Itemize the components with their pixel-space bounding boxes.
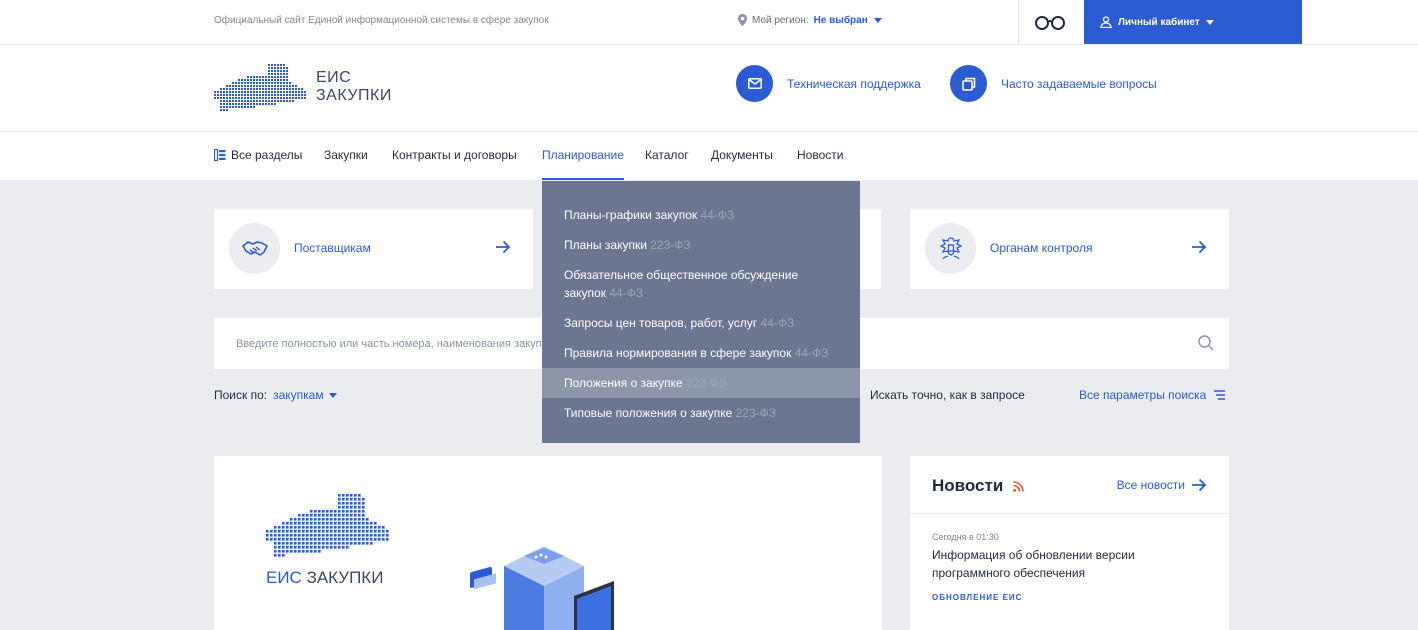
faq-link[interactable]: Часто задаваемые вопросы — [950, 65, 1157, 102]
handshake-icon — [229, 223, 280, 274]
all-news-label: Все новости — [1116, 478, 1185, 492]
menu-item-label: Типовые положения о закупке — [564, 406, 733, 420]
mail-icon — [736, 65, 773, 102]
tech-support-label: Техническая поддержка — [787, 76, 921, 91]
law-badge: 44-ФЗ — [760, 316, 795, 330]
control-bodies-label: Органам контроля — [990, 241, 1093, 255]
filter-lines-icon — [1214, 390, 1226, 400]
news-title-text: Новости — [932, 476, 1004, 495]
rss-icon[interactable] — [1013, 480, 1025, 492]
glasses-icon[interactable] — [1034, 13, 1066, 33]
nav-item-label: Документы — [711, 148, 773, 162]
menu-item-label: Правила нормирования в сфере закупок — [564, 346, 792, 360]
search-by-label: Поиск по: — [214, 388, 268, 402]
header: ЕИС ЗАКУПКИ Техническая поддержка Часто … — [0, 45, 1418, 132]
divider — [1018, 0, 1019, 45]
news-title: Новости — [932, 476, 1025, 496]
suppliers-label: Поставщикам — [294, 241, 371, 255]
sections-icon — [214, 149, 226, 161]
menu-item-label: Запросы цен товаров, работ, услуг — [564, 316, 758, 330]
menu-item-price-requests[interactable]: Запросы цен товаров, работ, услуг 44-ФЗ — [542, 308, 860, 338]
logo-text[interactable]: ЕИС ЗАКУПКИ — [316, 69, 392, 105]
news-item-text[interactable]: Информация об обновлении версии программ… — [932, 546, 1202, 582]
all-search-params-link[interactable]: Все параметры поиска — [1079, 388, 1226, 402]
personal-cabinet-button[interactable]: Личный кабинет — [1084, 0, 1302, 44]
menu-item-label: Планы-графики закупок — [564, 208, 698, 222]
eis-logo-map — [266, 494, 389, 557]
all-news-link[interactable]: Все новости — [1117, 478, 1207, 492]
news-tag[interactable]: ОБНОВЛЕНИЕ ЕИС — [932, 593, 1022, 602]
region-selector[interactable]: Мой регион: Не выбран — [738, 14, 882, 26]
banner-logo-text-2: ЗАКУПКИ — [306, 568, 384, 587]
chevron-down-icon — [873, 17, 882, 23]
menu-item-procurement-regulations[interactable]: Положения о закупке 223-ФЗ — [542, 368, 860, 398]
personal-cabinet-label: Личный кабинет — [1118, 16, 1200, 28]
nav-item-contracts[interactable]: Контракты и договоры — [392, 148, 517, 162]
law-badge: 44-ФЗ — [609, 286, 644, 300]
menu-item-public-discussion[interactable]: Обязательное общественное обсуждение зак… — [542, 260, 860, 308]
news-header: Новости Все новости — [910, 456, 1229, 514]
menu-item-rationing-rules[interactable]: Правила нормирования в сфере закупок 44-… — [542, 338, 860, 368]
law-badge: 44-ФЗ — [794, 346, 829, 360]
server-illustration — [470, 546, 614, 630]
logo-line-1: ЕИС — [316, 69, 352, 86]
news-panel: Новости Все новости Сегодня в 01:30 Инфо… — [910, 456, 1229, 630]
user-icon — [1100, 16, 1112, 28]
site-title: Официальный сайт Единой информационной с… — [214, 15, 549, 26]
nav-item-news[interactable]: Новости — [797, 148, 843, 162]
nav-item-label: Каталог — [645, 148, 689, 162]
control-bodies-card[interactable]: Органам контроля — [910, 209, 1229, 289]
chevron-down-icon — [328, 392, 337, 398]
promo-banner[interactable]: ЕИС ЗАКУПКИ — [214, 456, 882, 630]
search-icon[interactable] — [1198, 335, 1214, 351]
region-value[interactable]: Не выбран — [814, 15, 882, 26]
all-search-params-label: Все параметры поиска — [1079, 388, 1207, 402]
nav-item-label: Контракты и договоры — [392, 148, 517, 162]
active-tab-underline — [542, 178, 624, 180]
menu-item-label: Планы закупки — [564, 238, 647, 252]
nav-item-purchases[interactable]: Закупки — [324, 148, 368, 162]
arrow-right-icon — [496, 240, 511, 254]
menu-item-label: Обязательное общественное обсуждение зак… — [564, 268, 799, 300]
tech-support-link[interactable]: Техническая поддержка — [736, 65, 921, 102]
law-badge: 223-ФЗ — [686, 376, 727, 390]
chevron-down-icon — [1205, 19, 1214, 25]
arrow-right-icon — [1192, 240, 1207, 254]
menu-item-label: Положения о закупке — [564, 376, 683, 390]
region-label: Мой регион: — [752, 14, 809, 26]
nav-item-label: Все разделы — [231, 148, 303, 162]
nav-item-label: Закупки — [324, 148, 368, 162]
nav-item-planning[interactable]: Планирование — [542, 148, 624, 162]
nav-item-label: Новости — [797, 148, 844, 162]
arrow-right-icon — [1192, 478, 1207, 492]
copy-icon — [950, 65, 987, 102]
law-badge: 223-ФЗ — [650, 238, 691, 252]
menu-item-standard-regulations[interactable]: Типовые положения о закупке 223-ФЗ — [542, 398, 860, 428]
search-by-select[interactable]: закупкам — [273, 388, 337, 402]
news-date: Сегодня в 01:30 — [932, 532, 999, 542]
nav-item-all-sections[interactable]: Все разделы — [214, 148, 302, 162]
suppliers-card[interactable]: Поставщикам — [214, 209, 533, 289]
exact-search-toggle[interactable]: Искать точно, как в запросе — [870, 388, 1025, 402]
top-bar: Официальный сайт Единой информационной с… — [0, 0, 1418, 45]
search-by-value: закупкам — [273, 388, 324, 402]
nav-item-label: Планирование — [542, 148, 624, 162]
planning-dropdown-menu: Планы-графики закупок 44-ФЗ Планы закупк… — [542, 181, 860, 443]
logo-line-2: ЗАКУПКИ — [316, 87, 392, 104]
location-pin-icon — [738, 14, 747, 26]
menu-item-plan-schedules[interactable]: Планы-графики закупок 44-ФЗ — [542, 200, 860, 230]
banner-logo-text: ЕИС ЗАКУПКИ — [266, 568, 383, 588]
search-by: Поиск по: закупкам — [214, 388, 337, 402]
law-badge: 44-ФЗ — [700, 208, 735, 222]
main-nav: Все разделы Закупки Контракты и договоры… — [0, 132, 1418, 180]
emblem-icon — [925, 223, 976, 274]
faq-label: Часто задаваемые вопросы — [1001, 76, 1157, 91]
nav-item-documents[interactable]: Документы — [711, 148, 773, 162]
law-badge: 223-ФЗ — [735, 406, 776, 420]
banner-logo-text-1: ЕИС — [266, 568, 302, 587]
menu-item-purchase-plans[interactable]: Планы закупки 223-ФЗ — [542, 230, 860, 260]
region-value-text: Не выбран — [813, 14, 868, 26]
nav-item-catalog[interactable]: Каталог — [645, 148, 689, 162]
